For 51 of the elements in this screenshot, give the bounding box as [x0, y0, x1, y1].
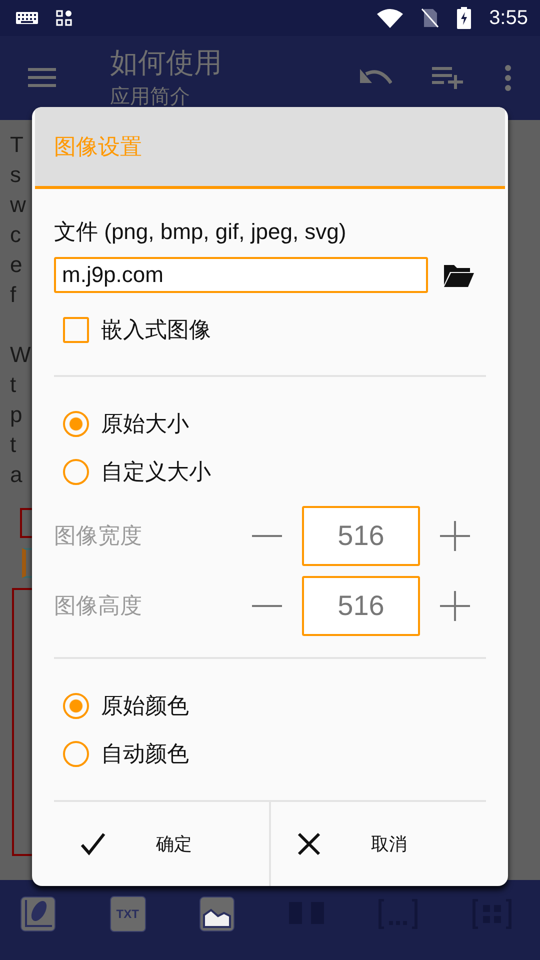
dimension-label: 图像高度	[54, 593, 143, 621]
battery-charging-icon	[457, 7, 472, 29]
document-text: s	[10, 161, 21, 189]
dimension-field[interactable]: 516	[302, 576, 420, 636]
embed-checkbox[interactable]	[63, 317, 89, 343]
document-text: t	[10, 371, 16, 399]
option-label: 自定义大小	[101, 459, 211, 487]
radio-button[interactable]	[63, 411, 89, 437]
document-text: w	[10, 191, 26, 219]
confirm-button[interactable]: 确定	[54, 802, 269, 886]
undo-icon[interactable]	[360, 69, 392, 87]
app-subtitle: 应用简介	[110, 83, 191, 110]
add-to-list-icon[interactable]	[432, 67, 464, 89]
check-icon	[80, 832, 106, 856]
embed-label: 嵌入式图像	[101, 317, 211, 345]
file-label: 文件 (png, bmp, gif, jpeg, svg)	[54, 218, 348, 246]
chart-icon[interactable]	[20, 896, 56, 932]
option-label: 原始颜色	[101, 693, 189, 721]
image-icon[interactable]	[199, 896, 236, 932]
plus-icon[interactable]	[440, 521, 470, 551]
document-text: t	[10, 431, 16, 459]
menu-icon[interactable]	[28, 68, 56, 88]
keyboard-icon	[16, 12, 38, 24]
dialog-title: 图像设置	[54, 134, 142, 162]
folder-icon[interactable]	[444, 263, 474, 287]
wifi-icon	[377, 8, 404, 28]
file-input-field[interactable]: m.j9p.com	[54, 257, 428, 293]
dimension-field[interactable]: 516	[302, 506, 420, 566]
option-label: 自动颜色	[101, 741, 189, 769]
cancel-button[interactable]: 取消	[271, 802, 486, 886]
status-time: 3:55	[489, 6, 528, 30]
radio-button[interactable]	[63, 693, 89, 719]
minus-icon[interactable]	[252, 604, 282, 608]
minus-icon[interactable]	[252, 534, 282, 538]
plus-icon[interactable]	[440, 591, 470, 621]
document-text: f	[10, 281, 16, 309]
option-label: 原始大小	[101, 411, 189, 439]
app-title: 如何使用	[110, 45, 223, 81]
document-text: c	[10, 221, 21, 249]
radio-button[interactable]	[63, 459, 89, 485]
document-text: T	[10, 131, 24, 159]
close-icon	[297, 832, 321, 856]
apps-icon	[56, 10, 72, 26]
document-text: a	[10, 461, 22, 489]
document-text: p	[10, 401, 22, 429]
dimension-label: 图像宽度	[54, 523, 143, 551]
more-options-icon[interactable]	[504, 65, 512, 91]
radio-button[interactable]	[63, 741, 89, 767]
document-text: W	[10, 341, 31, 369]
document-text: e	[10, 251, 22, 279]
no-sim-icon	[421, 8, 440, 28]
